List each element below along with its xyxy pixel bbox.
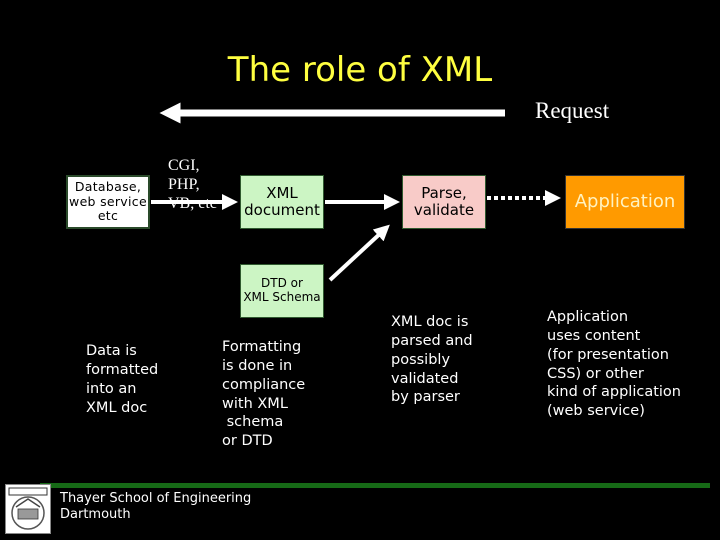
seal-icon [8,487,48,530]
application-label: Application [574,190,676,212]
source-box: Database, web service etc [66,175,150,229]
application-box: Application [565,175,685,229]
dartmouth-seal-logo [5,484,51,534]
schema-label: DTD or XML Schema [243,276,321,304]
xml-document-label: XML document [244,183,320,219]
xml-document-box: XML document [240,175,324,229]
parse-label: Parse, validate [413,183,475,219]
footer-text: Thayer School of Engineering Dartmouth [60,491,252,523]
arrow-schema-to-parse [328,224,390,282]
footer-bar [40,483,710,488]
cgi-label: CGI, PHP, VB, etc [168,157,217,213]
schema-box: DTD or XML Schema [240,264,324,318]
source-box-label: Database, web service etc [69,179,147,224]
note-data: Data is formatted into an XML doc [86,343,159,416]
diagram-arrows [151,102,561,282]
note-application: Application uses content (for presentati… [547,309,681,420]
parse-box: Parse, validate [402,175,486,229]
note-format: Formatting is done in compliance with XM… [222,339,306,450]
note-parse: XML doc is parsed and possibly validated… [391,314,473,406]
